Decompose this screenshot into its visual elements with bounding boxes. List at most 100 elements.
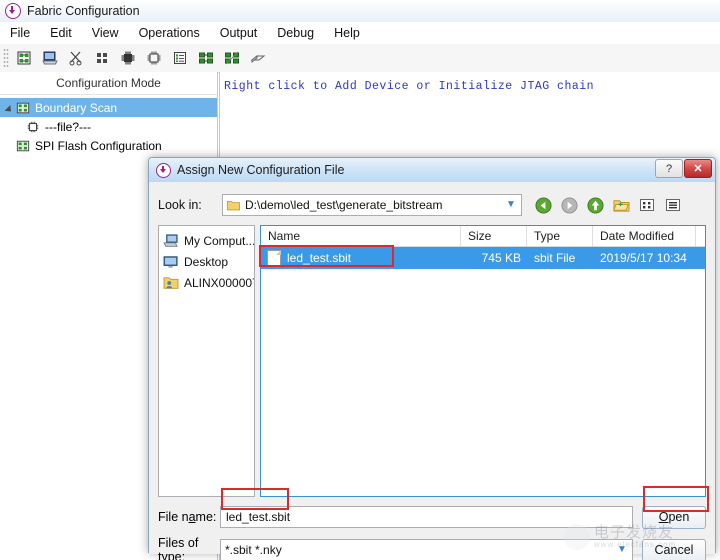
close-button[interactable]: ✕ xyxy=(684,159,712,178)
file-name-text: led_test.sbit xyxy=(287,251,352,265)
toolbar-computer-button[interactable] xyxy=(37,46,63,70)
detail-view-button[interactable] xyxy=(636,194,658,216)
place-label: My Comput... xyxy=(184,233,254,248)
panel-header: Configuration Mode xyxy=(0,72,218,95)
tree-item-file[interactable]: ---file?--- xyxy=(0,117,217,136)
list-view-button[interactable] xyxy=(662,194,684,216)
toolbar xyxy=(0,44,720,73)
application-window: Fabric Configuration File Edit View Oper… xyxy=(0,0,720,560)
chip-icon xyxy=(121,51,135,65)
file-browser: My Comput... Desktop ALINX000007 Name Si… xyxy=(158,225,706,497)
column-header-type[interactable]: Type xyxy=(527,226,593,246)
toolbar-boundary-scan-button[interactable] xyxy=(11,46,37,70)
toolbar-chip-outline-button[interactable] xyxy=(141,46,167,70)
chain-remove-icon xyxy=(225,51,239,65)
toolbar-grid-button[interactable] xyxy=(89,46,115,70)
flash-icon xyxy=(16,140,30,151)
file-type-cell: sbit File xyxy=(534,251,576,265)
chevron-down-icon[interactable]: ▼ xyxy=(614,545,630,555)
computer-icon xyxy=(42,51,58,65)
menu-edit[interactable]: Edit xyxy=(40,24,82,42)
lookin-combobox[interactable]: D:\demo\led_test\generate_bitstream ▼ xyxy=(222,194,522,216)
dialog-titlebar[interactable]: Assign New Configuration File ? ✕ xyxy=(149,158,715,182)
menu-operations[interactable]: Operations xyxy=(129,24,210,42)
filetype-combobox[interactable]: *.sbit *.nky ▼ xyxy=(220,539,633,560)
open-button[interactable]: Open xyxy=(642,505,706,529)
user-folder-icon xyxy=(163,276,179,289)
table-row[interactable]: led_test.sbit 745 KB sbit File 2019/5/17… xyxy=(261,247,705,269)
tree-item-label: Boundary Scan xyxy=(35,100,118,115)
dialog-nav-buttons xyxy=(532,194,684,216)
place-label: ALINX000007 xyxy=(184,275,254,290)
filetype-label: Files of type: xyxy=(158,536,199,560)
back-arrow-icon xyxy=(534,196,552,214)
dialog-body: Look in: D:\demo\led_test\generate_bitst… xyxy=(149,182,715,560)
canvas-hint-text: Right click to Add Device or Initialize … xyxy=(224,80,595,93)
menu-file[interactable]: File xyxy=(0,24,40,42)
erase-icon xyxy=(250,54,266,64)
column-header-size[interactable]: Size xyxy=(461,226,527,246)
menu-view[interactable]: View xyxy=(82,24,129,42)
cancel-button[interactable]: Cancel xyxy=(642,538,706,560)
filename-row: File name: led_test.sbit Open xyxy=(158,504,706,530)
list-view-icon xyxy=(666,199,680,211)
app-titlebar: Fabric Configuration xyxy=(0,0,720,22)
toolbar-cut-button[interactable] xyxy=(63,46,89,70)
new-folder-icon xyxy=(612,199,630,212)
file-date-cell: 2019/5/17 10:34 xyxy=(600,251,687,265)
toolbar-chain-add-button[interactable] xyxy=(193,46,219,70)
toolbar-grip[interactable] xyxy=(3,48,9,68)
place-alinx000007[interactable]: ALINX000007 xyxy=(159,272,254,293)
parent-folder-icon xyxy=(586,196,604,214)
expander-arrow-icon[interactable] xyxy=(4,102,16,114)
menu-output[interactable]: Output xyxy=(210,24,268,42)
menubar: File Edit View Operations Output Debug H… xyxy=(0,22,720,45)
file-icon xyxy=(267,249,281,267)
detail-view-icon xyxy=(640,199,654,211)
file-list-header: Name Size Type Date Modified xyxy=(261,226,705,247)
forward-button[interactable] xyxy=(558,194,580,216)
back-button[interactable] xyxy=(532,194,554,216)
help-button[interactable]: ? xyxy=(655,159,683,178)
filetype-value: *.sbit *.nky xyxy=(225,543,282,557)
chevron-down-icon[interactable]: ▼ xyxy=(503,200,519,210)
forward-arrow-icon xyxy=(560,196,578,214)
lookin-label: Look in: xyxy=(158,198,202,212)
dialog-title: Assign New Configuration File xyxy=(177,163,345,177)
column-header-name[interactable]: Name xyxy=(261,226,461,246)
toolbar-chip-button[interactable] xyxy=(115,46,141,70)
download-circle-icon xyxy=(5,3,21,19)
menu-help[interactable]: Help xyxy=(324,24,370,42)
lookin-value: D:\demo\led_test\generate_bitstream xyxy=(245,198,443,212)
toolbar-list-button[interactable] xyxy=(167,46,193,70)
file-size-cell: 745 KB xyxy=(481,251,521,265)
tree-item-label: SPI Flash Configuration xyxy=(35,138,162,153)
tree-item-spi-flash-configuration[interactable]: SPI Flash Configuration xyxy=(0,136,217,155)
places-sidebar[interactable]: My Comput... Desktop ALINX000007 xyxy=(158,225,255,497)
toolbar-erase-button[interactable] xyxy=(245,46,271,70)
lookin-row: Look in: D:\demo\led_test\generate_bitst… xyxy=(158,192,706,218)
place-my-computer[interactable]: My Comput... xyxy=(159,230,254,251)
filename-input[interactable]: led_test.sbit xyxy=(220,506,633,528)
chip-icon xyxy=(27,121,39,132)
boundary-scan-icon xyxy=(17,51,31,65)
menu-debug[interactable]: Debug xyxy=(267,24,324,42)
column-header-date[interactable]: Date Modified xyxy=(593,226,696,246)
grid-icon xyxy=(97,53,107,63)
filetype-row: Files of type: *.sbit *.nky ▼ Cancel xyxy=(158,536,706,560)
assign-new-configuration-file-dialog: Assign New Configuration File ? ✕ Look i… xyxy=(148,157,716,560)
file-list[interactable]: Name Size Type Date Modified led_test.sb… xyxy=(260,225,706,497)
parent-folder-button[interactable] xyxy=(584,194,606,216)
filename-label: File name: xyxy=(158,510,217,524)
tree-item-boundary-scan[interactable]: Boundary Scan xyxy=(0,98,217,117)
new-folder-button[interactable] xyxy=(610,194,632,216)
toolbar-chain-remove-button[interactable] xyxy=(219,46,245,70)
desktop-icon xyxy=(163,255,178,268)
chip-outline-icon xyxy=(147,51,161,65)
place-label: Desktop xyxy=(184,254,229,269)
place-desktop[interactable]: Desktop xyxy=(159,251,254,272)
boundary-scan-icon xyxy=(16,102,30,113)
dialog-window-buttons: ? ✕ xyxy=(654,159,712,178)
cut-icon xyxy=(69,51,82,66)
file-name-cell[interactable]: led_test.sbit xyxy=(261,249,461,267)
